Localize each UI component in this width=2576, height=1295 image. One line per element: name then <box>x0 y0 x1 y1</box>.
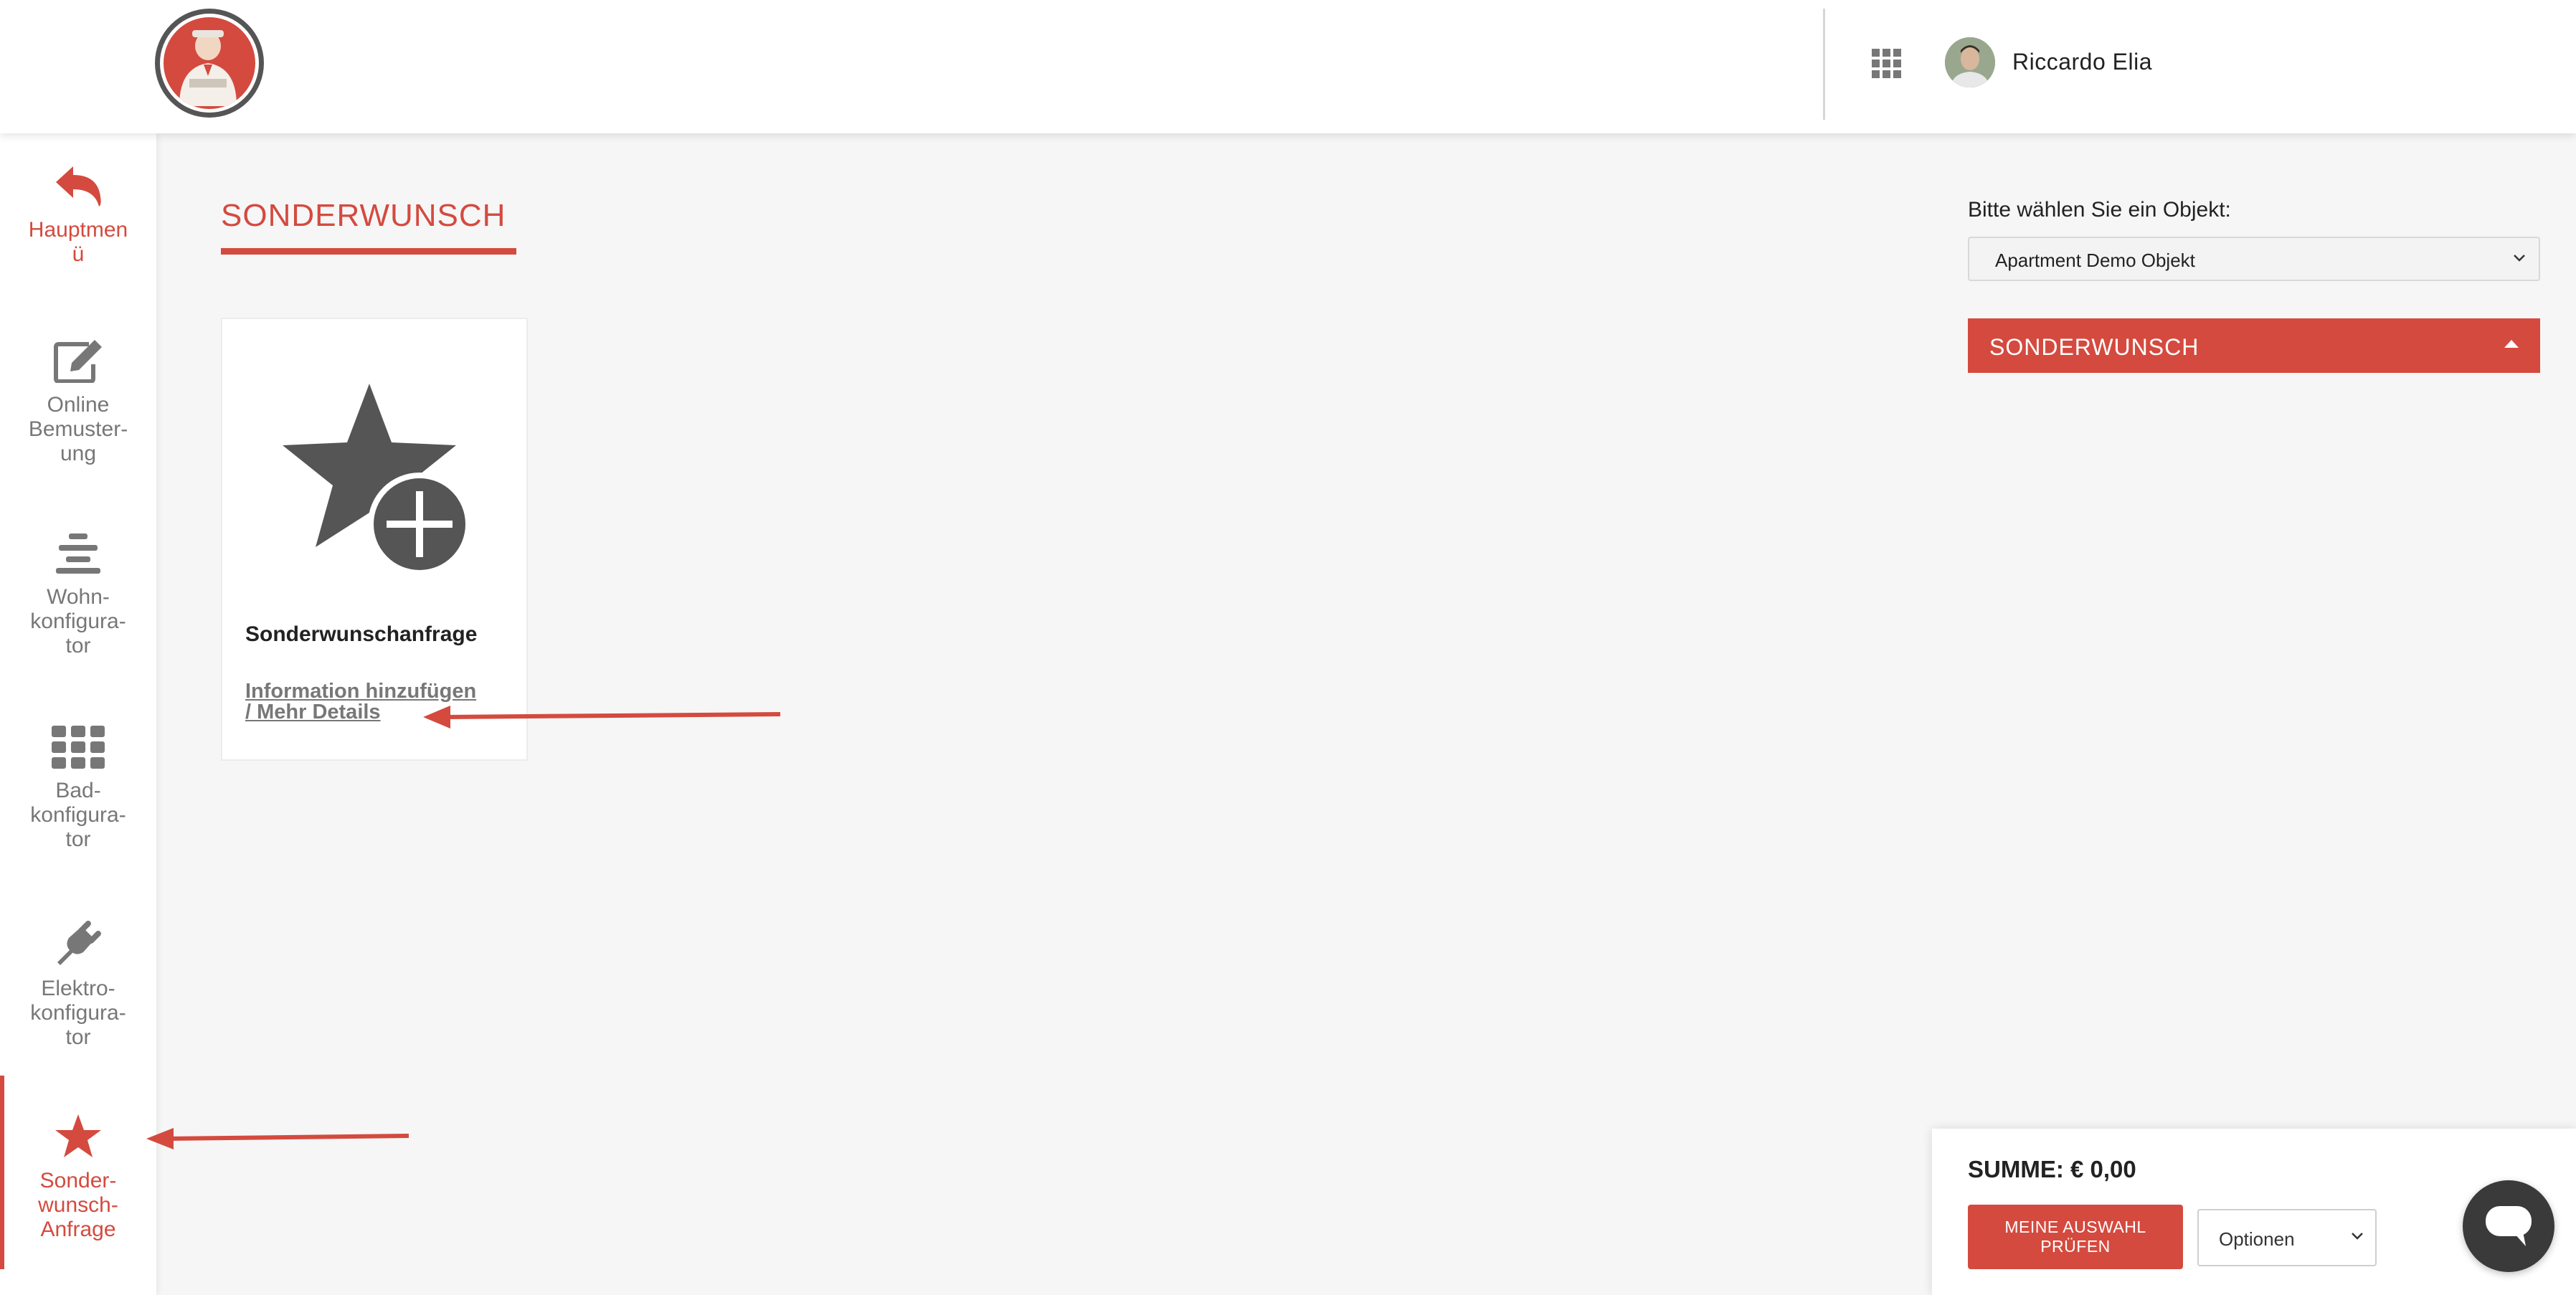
caret-up-icon <box>2504 340 2519 348</box>
check-selection-label: MEINE AUSWAHL PRÜFEN <box>2004 1218 2146 1256</box>
star-icon <box>55 1114 101 1157</box>
chat-button[interactable] <box>2463 1180 2554 1272</box>
company-logo[interactable] <box>155 9 264 118</box>
plug-icon <box>57 921 101 965</box>
sidebar-nav: Hauptmen ü Online Bemuster- ung Wohn- ko… <box>0 133 156 1295</box>
chat-icon <box>2486 1206 2532 1246</box>
sidebar-item-label: Sonder- wunsch- Anfrage <box>38 1169 118 1241</box>
header-divider <box>1823 9 1825 120</box>
sidebar-item-online-bemusterung[interactable]: Online Bemuster- ung <box>0 338 156 466</box>
sonderwunsch-accordion[interactable]: SONDERWUNSCH <box>1968 318 2540 373</box>
object-select-label: Bitte wählen Sie ein Objekt: <box>1968 198 2231 222</box>
grid-apps-icon[interactable] <box>1872 49 1902 79</box>
sidebar-item-label: Wohn- konfigura- tor <box>30 585 126 658</box>
star-plus-icon <box>283 384 471 576</box>
layers-icon <box>56 533 100 574</box>
chevron-down-icon <box>2352 1233 2363 1240</box>
options-select-value: Optionen <box>2219 1228 2295 1250</box>
title-underline <box>221 248 516 255</box>
user-avatar[interactable] <box>1945 37 1995 87</box>
sidebar-item-label: Online Bemuster- ung <box>28 393 128 465</box>
sidebar-item-elektrokonfigurator[interactable]: Elektro- konfigura- tor <box>0 918 156 1050</box>
accordion-title: SONDERWUNSCH <box>1989 334 2199 360</box>
sidebar-item-label: Elektro- konfigura- tor <box>30 977 126 1049</box>
top-header: Riccardo Elia <box>0 0 2576 133</box>
sidebar-item-sonderwunsch-anfrage[interactable]: Sonder- wunsch- Anfrage <box>0 1076 156 1269</box>
sonderwunsch-card[interactable]: Sonderwunschanfrage Information hinzufüg… <box>221 318 528 761</box>
sidebar-item-label: Bad- konfigura- tor <box>30 779 126 851</box>
sidebar-item-hauptmenue[interactable]: Hauptmen ü <box>0 165 156 267</box>
sidebar-item-label: Hauptmen ü <box>28 218 128 266</box>
craftsman-logo-icon <box>179 30 237 106</box>
user-name[interactable]: Riccardo Elia <box>2012 49 2152 75</box>
sidebar-item-wohnkonfigurator[interactable]: Wohn- konfigura- tor <box>0 532 156 658</box>
total-sum: SUMME: € 0,00 <box>1968 1156 2136 1182</box>
check-selection-button[interactable]: MEINE AUSWAHL PRÜFEN <box>1968 1205 2183 1269</box>
grid-icon <box>52 726 105 769</box>
object-select[interactable]: Apartment Demo Objekt <box>1968 237 2540 281</box>
annotation-arrow-card <box>423 706 781 729</box>
card-title: Sonderwunschanfrage <box>245 622 478 646</box>
edit-icon <box>54 340 102 383</box>
options-select[interactable]: Optionen <box>2197 1209 2377 1266</box>
back-arrow-icon <box>56 166 101 207</box>
sidebar-item-badkonfigurator[interactable]: Bad- konfigura- tor <box>0 726 156 852</box>
user-photo-icon <box>1945 37 1995 87</box>
chevron-down-icon <box>2514 255 2525 262</box>
object-select-value: Apartment Demo Objekt <box>1995 250 2195 271</box>
page-title: SONDERWUNSCH <box>221 198 506 233</box>
annotation-arrow-sidebar <box>146 1128 409 1149</box>
